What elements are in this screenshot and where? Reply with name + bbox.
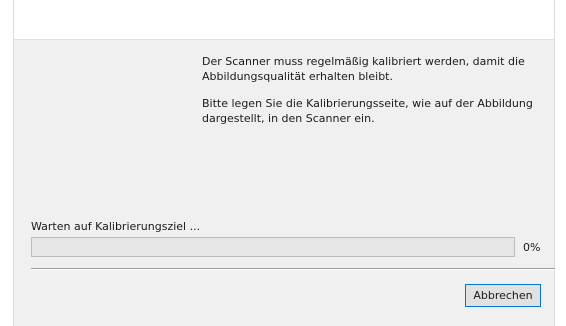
instruction-paragraph-1: Der Scanner muss regelmäßig kalibriert w…	[202, 55, 525, 83]
instruction-paragraph-2: Bitte legen Sie die Kalibrierungsseite, …	[202, 97, 533, 125]
instructions-text: Der Scanner muss regelmäßig kalibriert w…	[202, 54, 547, 138]
title-bar[interactable]	[14, 0, 554, 40]
progress-percent: 0%	[523, 241, 541, 254]
dialog-body: Der Scanner muss regelmäßig kalibriert w…	[14, 40, 555, 326]
status-label: Warten auf Kalibrierungsziel ...	[31, 220, 201, 233]
cancel-button[interactable]: Abbrechen	[465, 284, 541, 307]
divider	[31, 268, 555, 270]
calibration-illustration	[14, 40, 199, 200]
progress-bar	[31, 237, 515, 257]
calibration-dialog: Der Scanner muss regelmäßig kalibriert w…	[13, 0, 555, 326]
